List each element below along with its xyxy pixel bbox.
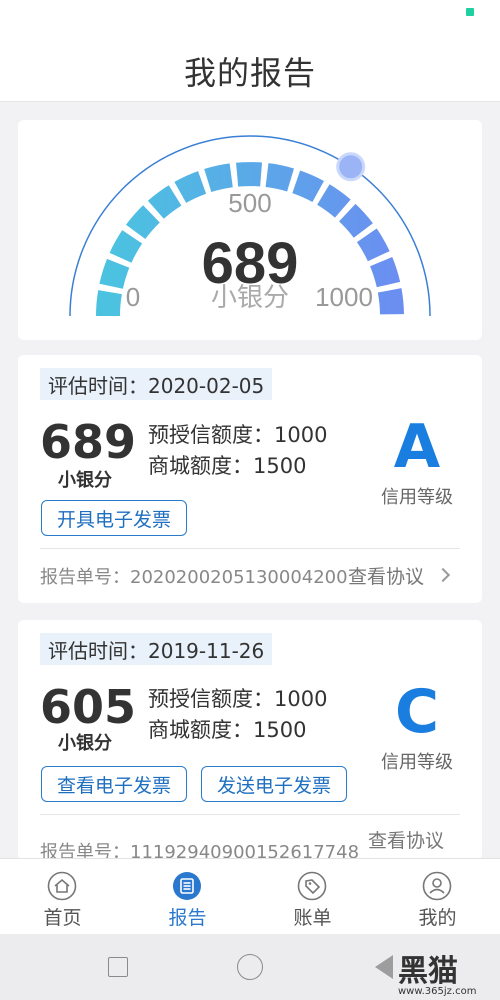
tab-label: 账单 [293, 907, 332, 929]
score-gauge: 500 689 0 小银分 1000 [69, 135, 431, 317]
tab-mine[interactable]: 我的 [375, 859, 500, 935]
tab-label: 我的 [418, 907, 457, 929]
home-button[interactable] [237, 954, 263, 980]
notification-dot [466, 8, 474, 16]
report-score: 605 [40, 680, 137, 734]
mall-limit: 商城额度：1500 [148, 454, 307, 478]
evaluation-time: 评估时间：2019-11-26 [40, 633, 273, 665]
view-agreement-link[interactable]: 查看协议 [368, 826, 444, 853]
tab-label: 报告 [168, 907, 207, 929]
tab-bill[interactable]: 账单 [250, 859, 375, 935]
report-card: 评估时间：2020-02-05 689 小银分 预授信额度：1000 商城额度：… [18, 355, 482, 603]
score-gauge-card: 500 689 0 小银分 1000 [18, 120, 482, 340]
view-agreement-link[interactable]: 查看协议 [348, 562, 424, 589]
recent-apps-button[interactable] [108, 957, 128, 977]
pre-credit-limit: 预授信额度：1000 [148, 687, 328, 711]
watermark-logo: 黑猫 [398, 954, 458, 989]
profile-icon [422, 871, 452, 901]
evaluation-time: 评估时间：2020-02-05 [40, 368, 273, 400]
report-score-unit: 小银分 [58, 733, 112, 754]
back-button[interactable] [375, 955, 393, 979]
report-score-unit: 小银分 [58, 470, 112, 491]
tab-report[interactable]: 报告 [125, 859, 250, 935]
report-score: 689 [40, 415, 137, 469]
issue-e-invoice-button[interactable]: 开具电子发票 [41, 500, 187, 536]
status-bar [0, 0, 500, 40]
tab-label: 首页 [43, 907, 82, 929]
bottom-tab-bar: 首页 报告 账单 我的 [0, 858, 500, 934]
chevron-right-icon[interactable] [435, 567, 451, 583]
mall-limit: 商城额度：1500 [148, 718, 307, 742]
send-e-invoice-button[interactable]: 发送电子发票 [201, 766, 347, 802]
divider [40, 548, 460, 549]
bill-tag-icon [297, 871, 327, 901]
report-number: 报告单号：20202002051300042​00 [40, 567, 348, 588]
gauge-mid-label: 500 [228, 188, 271, 218]
page-header: 我的报告 [0, 40, 500, 102]
divider [40, 814, 460, 815]
credit-grade-label: 信用等级 [381, 487, 453, 508]
watermark-url: www.365jz.com [398, 986, 477, 997]
gauge-min-label: 0 [126, 282, 140, 312]
credit-grade: A [393, 412, 441, 482]
credit-grade: C [394, 677, 440, 747]
credit-grade-label: 信用等级 [381, 752, 453, 773]
home-icon [47, 871, 77, 901]
page-title: 我的报告 [183, 53, 316, 92]
view-e-invoice-button[interactable]: 查看电子发票 [41, 766, 187, 802]
tab-home[interactable]: 首页 [0, 859, 125, 935]
report-number: 报告单号：11192940900152617748 [40, 842, 360, 860]
report-icon [173, 872, 201, 900]
gauge-max-label: 1000 [315, 282, 373, 312]
gauge-unit-label: 小银分 [211, 283, 289, 313]
report-card: 评估时间：2019-11-26 605 小银分 预授信额度：1000 商城额度：… [18, 620, 482, 860]
pre-credit-limit: 预授信额度：1000 [148, 423, 328, 447]
gauge-pointer-knob [336, 152, 366, 182]
